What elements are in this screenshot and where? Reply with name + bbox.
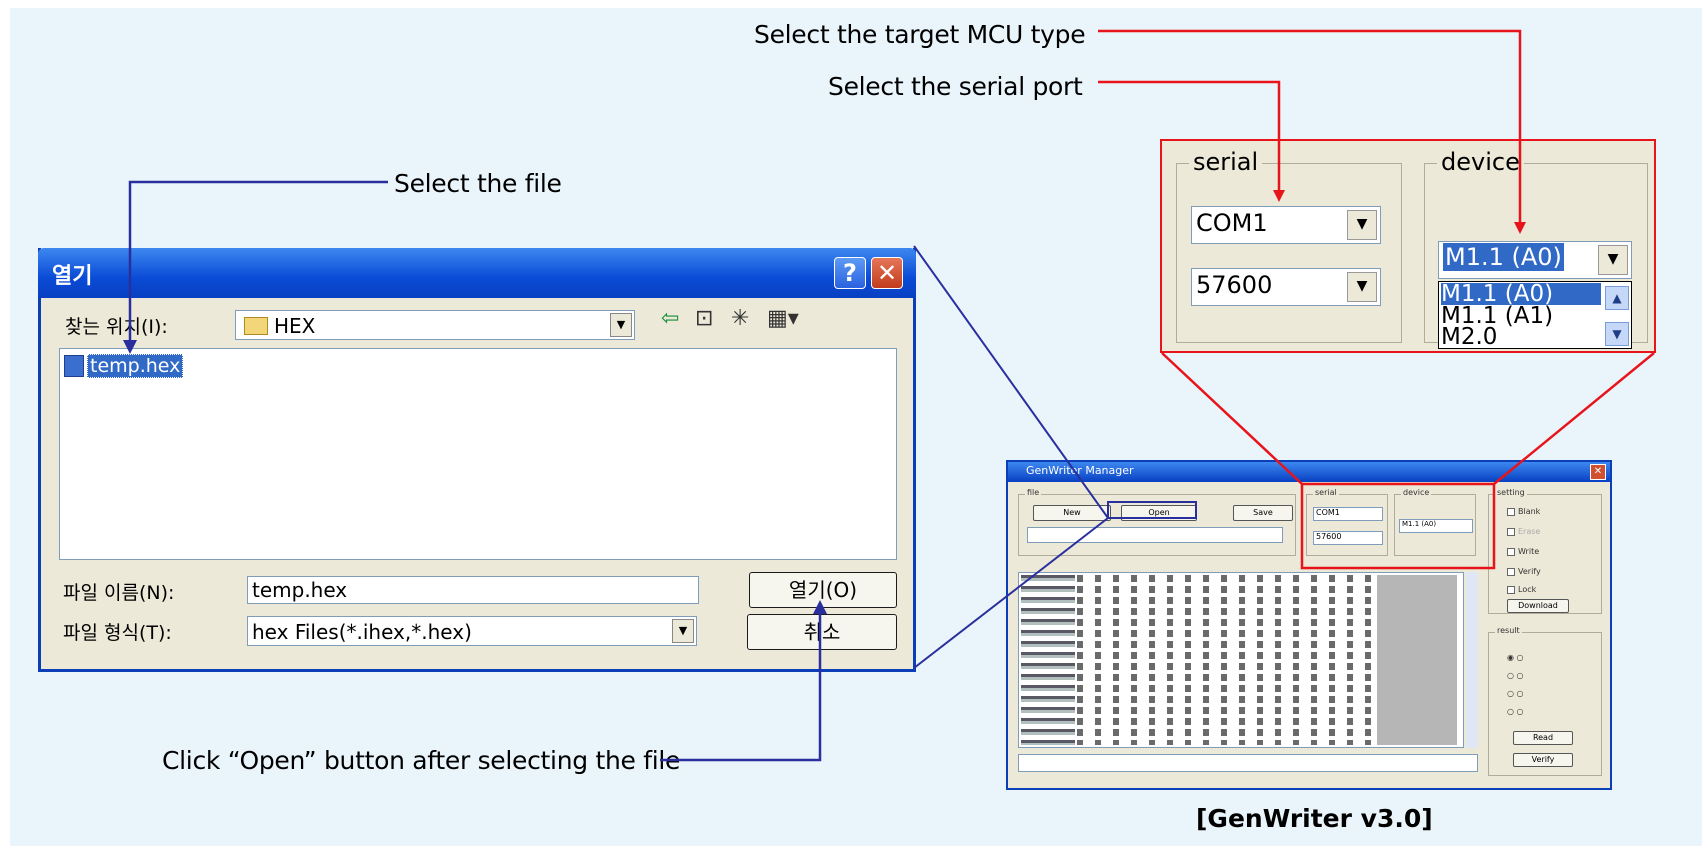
- callout-select-mcu: Select the target MCU type: [754, 20, 1086, 49]
- hex-address-column: [1021, 575, 1075, 745]
- list-item[interactable]: M1.1 (A0): [1441, 283, 1601, 306]
- download-button[interactable]: Download: [1507, 599, 1569, 613]
- filename-label: 파일 이름(N):: [63, 582, 175, 604]
- dialog-title: 열기: [52, 264, 93, 289]
- callout-select-port: Select the serial port: [828, 72, 1083, 101]
- filetype-combo[interactable]: hex Files(*.ihex,*.hex) ▼: [247, 616, 697, 646]
- cancel-button[interactable]: 취소: [747, 614, 897, 650]
- chevron-down-icon[interactable]: ▼: [610, 313, 632, 337]
- device-group-title: device: [1437, 148, 1524, 176]
- result-radio[interactable]: ○ ○: [1507, 689, 1524, 698]
- scroll-down-icon[interactable]: ▼: [1605, 322, 1629, 346]
- lookin-combo[interactable]: HEX ▼: [235, 310, 635, 340]
- lock-label: Lock: [1518, 585, 1537, 594]
- baud-rate-select[interactable]: 57600 ▼: [1191, 268, 1381, 306]
- erase-label: Erase: [1518, 527, 1541, 536]
- verify-label: Verify: [1518, 567, 1541, 576]
- write-checkbox[interactable]: Write: [1507, 547, 1539, 556]
- blank-label: Blank: [1518, 507, 1541, 516]
- verify-button[interactable]: Verify: [1513, 753, 1573, 767]
- serial-group-small: serial COM1 57600: [1306, 488, 1388, 556]
- dialog-titlebar[interactable]: 열기 ? ✕: [38, 248, 916, 298]
- view-menu-icon[interactable]: ▦▾: [767, 306, 799, 331]
- verify-checkbox[interactable]: Verify: [1507, 567, 1541, 576]
- close-button[interactable]: ✕: [871, 257, 903, 289]
- filetype-label: 파일 형식(T):: [63, 622, 172, 644]
- result-radio[interactable]: ○ ○: [1507, 707, 1524, 716]
- new-button[interactable]: New: [1033, 505, 1111, 521]
- zoomed-settings-panel: serial COM1 ▼ 57600 ▼ device M1.1 (A0) ▼…: [1160, 139, 1656, 353]
- result-radio[interactable]: ◉ ○: [1507, 653, 1524, 662]
- open-button-small[interactable]: Open: [1121, 505, 1197, 521]
- back-icon[interactable]: ⇦: [661, 306, 679, 331]
- serial-group: serial COM1 ▼ 57600 ▼: [1176, 148, 1402, 343]
- serial-port-select[interactable]: COM1: [1313, 507, 1383, 521]
- serial-group-title: serial: [1189, 148, 1263, 176]
- write-label: Write: [1518, 547, 1540, 556]
- file-group-title: file: [1025, 488, 1042, 497]
- figure-caption: [GenWriter v3.0]: [1196, 804, 1433, 833]
- file-icon: [64, 355, 84, 377]
- scroll-up-icon[interactable]: ▲: [1605, 286, 1629, 310]
- lookin-label: 찾는 위치(I):: [65, 316, 168, 338]
- erase-checkbox[interactable]: Erase: [1507, 527, 1540, 536]
- filename-field[interactable]: temp.hex: [247, 576, 699, 604]
- serial-port-select[interactable]: COM1 ▼: [1191, 206, 1381, 244]
- callout-click-open: Click “Open” button after selecting the …: [162, 746, 681, 775]
- baud-rate-value: 57600: [1196, 271, 1273, 299]
- setting-group: setting Blank Erase Write Verify Lock Do…: [1488, 488, 1602, 614]
- setting-group-title: setting: [1495, 488, 1527, 497]
- read-button[interactable]: Read: [1513, 731, 1573, 745]
- device-group-title: device: [1401, 488, 1432, 497]
- device-dropdown-list[interactable]: M1.1 (A0) M1.1 (A1) M2.0 ▲ ▼: [1438, 281, 1632, 349]
- open-button[interactable]: 열기(O): [749, 572, 897, 608]
- device-value: M1.1 (A0): [1443, 243, 1564, 271]
- callout-select-file: Select the file: [394, 169, 562, 198]
- hex-data-grid[interactable]: [1018, 572, 1464, 748]
- file-list[interactable]: temp.hex: [59, 348, 897, 560]
- folder-icon: [244, 317, 268, 335]
- device-group-small: device M1.1 (A0): [1394, 488, 1476, 556]
- serial-port-value: COM1: [1196, 209, 1268, 237]
- help-button[interactable]: ?: [834, 257, 866, 289]
- file-group: file New Open Save: [1018, 488, 1296, 556]
- open-file-dialog: 열기 ? ✕ 찾는 위치(I): HEX ▼ ⇦ ⊡ ✳ ▦▾ temp.hex…: [38, 248, 916, 672]
- chevron-down-icon[interactable]: ▼: [1347, 272, 1377, 302]
- status-field: [1018, 754, 1478, 772]
- baud-rate-select[interactable]: 57600: [1313, 531, 1383, 545]
- new-folder-icon[interactable]: ✳: [731, 306, 749, 331]
- genwriter-titlebar[interactable]: GenWriter Manager ✕: [1008, 462, 1610, 482]
- hex-scrollbar[interactable]: [1466, 572, 1478, 748]
- chevron-down-icon[interactable]: ▼: [1347, 210, 1377, 240]
- result-group: result ◉ ○ ○ ○ ○ ○ ○ ○ Read Verify: [1488, 626, 1602, 776]
- chevron-down-icon[interactable]: ▼: [672, 619, 694, 643]
- blank-checkbox[interactable]: Blank: [1507, 507, 1540, 516]
- file-path-field[interactable]: [1027, 527, 1283, 543]
- serial-group-title: serial: [1313, 488, 1339, 497]
- filetype-value: hex Files(*.ihex,*.hex): [252, 620, 472, 644]
- lookin-value: HEX: [274, 314, 316, 338]
- up-folder-icon[interactable]: ⊡: [695, 306, 713, 331]
- close-icon[interactable]: ✕: [1590, 464, 1606, 480]
- save-button[interactable]: Save: [1233, 505, 1293, 521]
- device-select[interactable]: M1.1 (A0): [1399, 519, 1473, 533]
- hex-ascii-column: [1377, 575, 1457, 745]
- file-name: temp.hex: [87, 354, 184, 378]
- list-item[interactable]: temp.hex: [64, 353, 184, 379]
- list-item[interactable]: M2.0: [1441, 326, 1497, 349]
- chevron-down-icon[interactable]: ▼: [1598, 245, 1628, 275]
- device-select[interactable]: M1.1 (A0) ▼: [1438, 241, 1632, 279]
- result-radio[interactable]: ○ ○: [1507, 671, 1524, 680]
- hex-byte-columns: [1077, 575, 1373, 745]
- genwriter-title: GenWriter Manager: [1026, 464, 1134, 477]
- result-group-title: result: [1495, 626, 1522, 635]
- lock-checkbox[interactable]: Lock: [1507, 585, 1536, 594]
- genwriter-window: GenWriter Manager ✕ file New Open Save s…: [1006, 460, 1612, 790]
